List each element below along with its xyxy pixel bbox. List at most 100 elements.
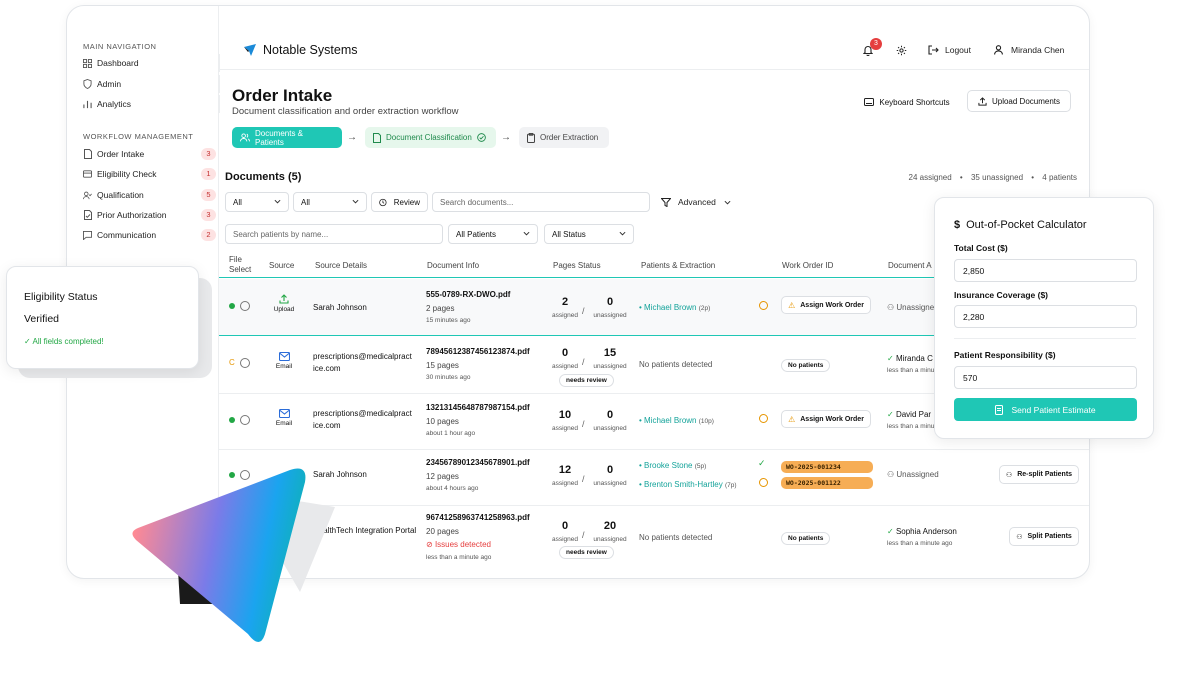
advanced-label: Advanced — [678, 197, 716, 207]
row-select-radio[interactable] — [240, 415, 250, 425]
insurance-coverage-input[interactable]: 2,280 — [954, 305, 1137, 328]
step-order-extraction[interactable]: Order Extraction — [519, 127, 609, 148]
keyboard-icon — [864, 98, 875, 106]
needs-review-badge: needs review — [559, 374, 614, 387]
row-select-radio[interactable] — [240, 301, 250, 311]
sidebar-item-label: Communication — [97, 230, 157, 240]
doc-filename[interactable]: 23456789012345678901.pdf — [426, 458, 530, 467]
column-source: Source — [269, 261, 295, 270]
count-badge: 5 — [201, 189, 216, 201]
patient-entry[interactable]: • Michael Brown (2p) — [639, 303, 710, 312]
column-pages-status: Pages Status — [553, 261, 601, 270]
total-cost-input[interactable]: 2,850 — [954, 259, 1137, 282]
search-patients-input[interactable]: Search patients by name... — [225, 224, 443, 244]
assignee[interactable]: ⚇ Unassigned — [887, 470, 939, 479]
patient-responsibility-label: Patient Responsibility ($) — [954, 350, 1056, 360]
count-badge: 2 — [201, 229, 216, 241]
bar-chart-icon — [83, 100, 92, 109]
sidebar-item-analytics[interactable]: Analytics — [83, 95, 220, 113]
user-name: Miranda Chen — [1011, 45, 1065, 55]
all-status-select[interactable]: All Status — [544, 224, 634, 244]
review-filter-button[interactable]: Review — [371, 192, 428, 212]
stage: MAIN NAVIGATION Dashboard Admin Analytic… — [0, 0, 1180, 685]
sidebar-item-label: Analytics — [97, 99, 132, 109]
keyboard-shortcuts-label: Keyboard Shortcuts — [879, 97, 950, 107]
assignee[interactable]: ✓ Sophia Anderson — [887, 527, 957, 536]
doc-pages: 12 pages — [426, 472, 459, 481]
filter-select-value: All — [233, 197, 242, 207]
step-documents-patients[interactable]: Documents & Patients — [232, 127, 342, 148]
logout-button[interactable]: Logout — [928, 45, 971, 55]
user-menu[interactable]: Miranda Chen — [994, 45, 1064, 55]
sidebar-item-qualification[interactable]: Qualification 5 — [83, 186, 216, 204]
all-status-value: All Status — [552, 229, 586, 239]
source-details: prescriptions@medicalpractice.com — [313, 352, 412, 373]
assignee[interactable]: ✓ David Par — [887, 410, 931, 419]
work-order-badge[interactable]: WO-2025-001122 — [781, 477, 873, 489]
eligibility-note: ✓ All fields completed! — [24, 337, 104, 346]
assignee[interactable]: ⚇ Unassigned — [887, 303, 939, 312]
patient-entry[interactable]: • Michael Brown (10p) — [639, 416, 714, 425]
advanced-filter-button[interactable]: Advanced — [661, 197, 731, 207]
message-icon — [83, 230, 92, 240]
doc-filename[interactable]: 78945612387456123874.pdf — [426, 347, 530, 356]
patient-entry[interactable]: • Brooke Stone (5p) — [639, 461, 706, 470]
warning-icon: ⚠ — [788, 414, 796, 424]
work-order-badge[interactable]: WO-2025-001234 — [781, 461, 873, 473]
column-work-order-id: Work Order ID — [782, 261, 834, 270]
split-patients-button[interactable]: ⚇ Split Patients — [1009, 527, 1079, 546]
clipboard-icon — [527, 132, 535, 143]
patients-stat: 4 patients — [1042, 173, 1077, 182]
app-logo[interactable]: Notable Systems — [243, 43, 357, 57]
patient-responsibility-input[interactable]: 570 — [954, 366, 1137, 389]
sidebar-item-admin[interactable]: Admin — [83, 75, 220, 93]
warning-clock-icon — [759, 414, 768, 423]
brand-logo-graphic — [132, 468, 335, 642]
keyboard-shortcuts-button[interactable]: Keyboard Shortcuts — [859, 91, 955, 113]
review-label: Review — [393, 197, 420, 207]
upload-documents-button[interactable]: Upload Documents — [967, 90, 1071, 112]
check-circle-icon — [476, 133, 486, 142]
user-plus-icon: ⚇ — [887, 303, 897, 312]
search-documents-input[interactable]: Search documents... — [432, 192, 650, 212]
sidebar-item-label: Dashboard — [97, 58, 139, 68]
assignee-time: less than a minute — [887, 367, 940, 374]
send-patient-estimate-button[interactable]: Send Patient Estimate — [954, 398, 1137, 421]
sidebar-item-communication[interactable]: Communication 2 — [83, 226, 216, 244]
no-patients-text: No patients detected — [639, 360, 713, 369]
user-plus-icon: ⚇ — [1016, 533, 1023, 541]
shield-icon — [83, 79, 92, 89]
step-label: Documents & Patients — [254, 128, 304, 147]
assign-work-order-button[interactable]: ⚠ Assign Work Order — [781, 410, 871, 428]
all-patients-select[interactable]: All Patients — [448, 224, 538, 244]
assigned-stat: 24 assigned — [908, 173, 952, 182]
document-icon — [995, 404, 1004, 415]
documents-title: Documents (5) — [225, 171, 302, 183]
user-plus-icon: ⚇ — [887, 470, 897, 479]
filter-select-1[interactable]: All — [225, 192, 289, 212]
dollar-icon: $ — [954, 219, 961, 231]
assignee-time: less than a minute ago — [887, 540, 953, 547]
total-cost-label: Total Cost ($) — [954, 243, 1008, 253]
doc-filename[interactable]: 13213145648787987154.pdf — [426, 403, 530, 412]
row-select-radio[interactable] — [240, 358, 250, 368]
sidebar-item-order-intake[interactable]: Order Intake 3 — [83, 145, 216, 163]
settings-button[interactable] — [896, 45, 907, 56]
eligibility-title: Eligibility Status — [24, 291, 98, 303]
column-file-select: File Select — [229, 255, 252, 274]
step-document-classification[interactable]: Document Classification — [365, 127, 496, 148]
re-split-patients-button[interactable]: ⚇ Re-split Patients — [999, 465, 1079, 484]
sidebar-item-prior-authorization[interactable]: Prior Authorization 3 — [83, 206, 216, 224]
chevron-down-icon — [724, 200, 731, 205]
filter-select-2[interactable]: All — [293, 192, 367, 212]
out-of-pocket-calculator: $ Out-of-Pocket Calculator Total Cost ($)… — [934, 197, 1154, 439]
unassigned-stat: 35 unassigned — [970, 173, 1024, 182]
doc-filename[interactable]: 96741258963741258963.pdf — [426, 513, 530, 522]
patient-entry[interactable]: • Brenton Smith-Hartley (7p) — [639, 480, 737, 489]
assignee[interactable]: ✓ Miranda C — [887, 354, 933, 363]
sidebar-item-eligibility-check[interactable]: Eligibility Check 1 — [83, 165, 216, 183]
doc-filename[interactable]: 555-0789-RX-DWO.pdf — [426, 290, 510, 299]
assign-work-order-button[interactable]: ⚠ Assign Work Order — [781, 296, 871, 314]
check-circle-icon: ✓ — [887, 354, 896, 363]
sidebar-item-dashboard[interactable]: Dashboard — [83, 54, 220, 72]
